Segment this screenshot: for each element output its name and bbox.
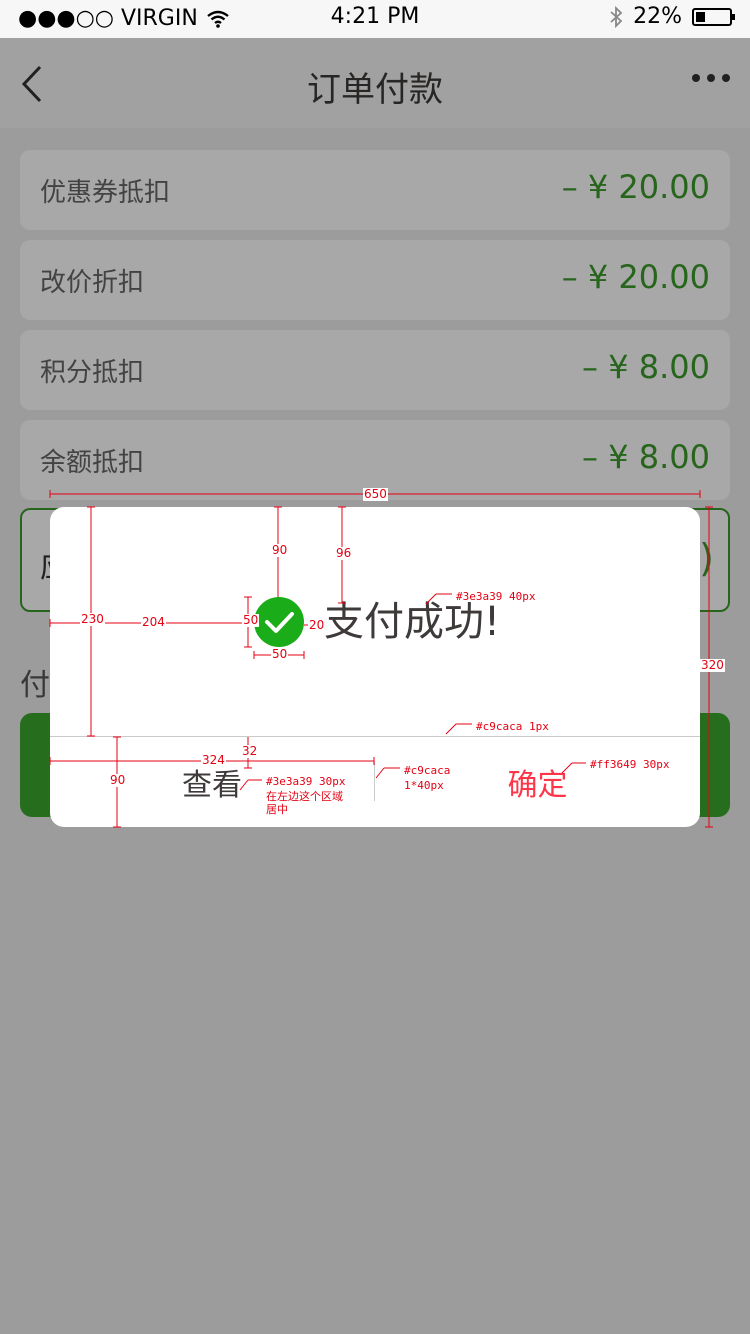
status-bar: ●●●○○ VIRGIN 4:21 PM 22% — [0, 0, 750, 38]
view-button[interactable]: 查看 — [50, 737, 374, 827]
bluetooth-icon — [610, 5, 623, 28]
success-title: 支付成功! — [324, 599, 501, 645]
payment-success-dialog: 支付成功! 查看 确定 — [50, 507, 700, 827]
battery-icon — [692, 7, 735, 26]
check-circle-icon — [254, 597, 304, 647]
status-right: 22% — [609, 4, 735, 29]
battery-percent: 22% — [633, 4, 682, 29]
confirm-button[interactable]: 确定 — [375, 737, 700, 827]
